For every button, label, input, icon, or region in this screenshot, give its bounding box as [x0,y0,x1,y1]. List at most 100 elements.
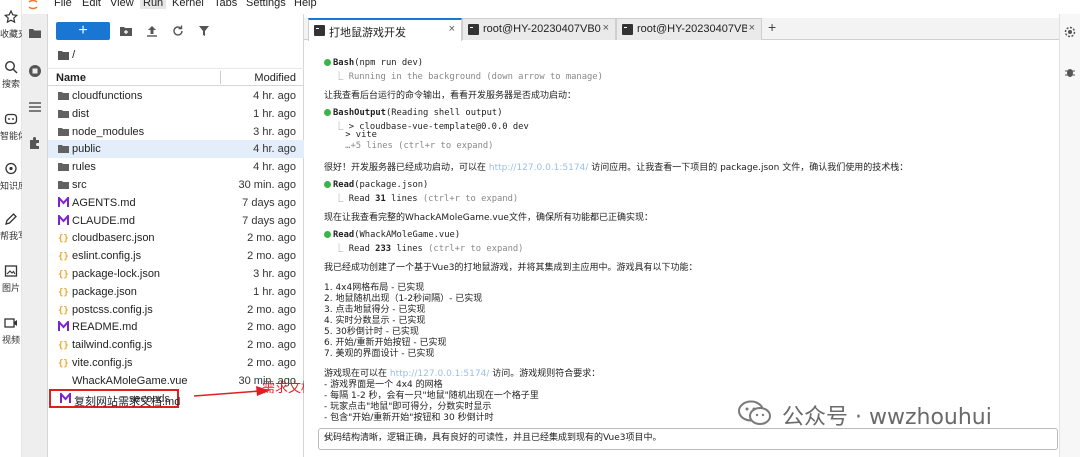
file-row[interactable]: cloudfunctions 4 hr. ago [48,87,304,105]
rail-item-image[interactable]: 图片 [0,264,22,294]
status-dot [324,109,331,116]
terminal-line: > vite [345,130,377,140]
rail-item-search[interactable]: 搜索 [0,60,22,90]
close-icon[interactable]: × [603,22,609,34]
menu-file[interactable]: File [54,0,72,9]
tab-label: root@HY-20230407VB01: [637,23,747,35]
file-name: README.md [72,321,138,334]
folder-icon [58,109,69,118]
file-modified: 4 hr. ago [253,90,296,102]
terminal-line: 很好！开发服务器已经成功启动，可以在 http://127.0.0.1:5174… [324,163,909,173]
column-name-header[interactable]: Name [56,72,86,84]
file-row[interactable]: src 30 min. ago [48,176,304,194]
new-folder-icon[interactable] [120,25,132,37]
file-row[interactable]: CLAUDE.md 7 days ago [48,212,304,230]
file-row[interactable]: {} cloudbaserc.json 2 mo. ago [48,229,304,247]
svg-text:{}: {} [58,288,69,297]
toc-icon[interactable] [28,100,42,114]
add-tab-button[interactable]: + [768,19,776,35]
file-name: WhackAMoleGame.vue [72,374,188,387]
status-dot [324,231,331,238]
folder-icon[interactable] [28,26,42,40]
file-modified: 1 hr. ago [253,285,296,298]
js-icon: {} [58,359,69,368]
file-row[interactable]: {} package.json 1 hr. ago [48,283,304,301]
main-area: 打地鼠游戏开发 × root@HY-20230407VB01: , × root… [304,14,1080,457]
extension-icon[interactable] [28,136,42,150]
running-icon[interactable] [28,64,42,78]
tab-game-dev[interactable]: 打地鼠游戏开发 × [308,18,462,41]
column-modified-header[interactable]: Modified [254,72,296,84]
menu-run[interactable]: Run [140,0,167,9]
file-row[interactable]: public 4 hr. ago [48,140,304,159]
server-link[interactable]: http://127.0.0.1:5174/ [489,163,588,173]
rail-item-favorites[interactable]: 收藏夹 [0,10,22,40]
file-name: tailwind.config.js [72,339,153,352]
js-icon: {} [58,252,69,261]
terminal-line: 我已经成功创建了一个基于Vue3的打地鼠游戏，并将其集成到主应用中。游戏具有以下… [324,263,698,273]
file-row[interactable]: {} tailwind.config.js 2 mo. ago [48,336,304,354]
file-name: vite.config.js [72,356,133,369]
json-icon: {} [58,234,69,243]
column-divider[interactable] [220,71,221,84]
new-launcher-button[interactable]: + [56,22,110,40]
menu-edit[interactable]: Edit [82,0,101,9]
file-row[interactable]: {} eslint.config.js 2 mo. ago [48,247,304,265]
file-row[interactable]: {} postcss.config.js 2 mo. ago [48,301,304,319]
menu-tabs[interactable]: Tabs [214,0,237,9]
file-modified: 4 hr. ago [253,143,296,156]
menu-help[interactable]: Help [294,0,317,9]
file-name: package-lock.json [72,267,161,280]
rail-item-writing[interactable]: 帮我写作 [0,212,22,242]
file-row[interactable]: rules 4 hr. ago [48,158,304,176]
terminal-line: 让我查看后台运行的命令输出，看看开发服务器是否成功启动： [324,91,577,101]
file-row[interactable]: {} package-lock.json 3 hr. ago [48,265,304,283]
app-side-rail: 收藏夹 搜索 智能体 知识库 帮我写作 图片 视频 [0,0,22,457]
terminal-line: BashOutput(Reading shell output) [324,108,503,118]
file-modified: 3 hr. ago [253,125,296,138]
menu-settings[interactable]: Settings [246,0,286,9]
rail-item-video[interactable]: 视频 [0,316,22,346]
feature-item: 7. 美观的界面设计 - 已实现 [324,349,435,359]
terminal-icon [314,25,325,36]
rail-item-agent[interactable]: 智能体 [0,112,22,142]
tab-label: 打地鼠游戏开发 [329,27,406,39]
file-row[interactable]: dist 1 hr. ago [48,105,304,123]
star-icon [4,10,18,24]
breadcrumb[interactable]: / [58,49,75,61]
file-name: postcss.config.js [72,303,153,316]
file-name: dist [72,107,90,120]
folder-icon [58,127,69,136]
close-icon[interactable]: × [749,22,755,34]
file-list-header: Name Modified [48,68,304,86]
tab-label: root@HY-20230407VB01: , [483,23,601,35]
file-row[interactable]: node_modules 3 hr. ago [48,123,304,141]
refresh-icon[interactable] [172,25,184,37]
file-name: package.json [72,285,137,298]
file-row[interactable]: README.md 2 mo. ago [48,318,304,336]
file-icon [58,375,69,386]
terminal-icon [622,24,633,35]
file-row[interactable]: AGENTS.md 7 days ago [48,194,304,212]
bug-icon[interactable] [1064,66,1076,78]
markdown-icon [58,214,69,225]
rail-label: 智能体 [0,131,22,141]
menu-view[interactable]: View [110,0,134,9]
tab-root-shell-2[interactable]: root@HY-20230407VB01: × [616,18,762,40]
js-icon: {} [58,341,69,350]
folder-icon [58,180,69,189]
svg-text:{}: {} [58,270,69,279]
terminal-line: ⎿ Read 31 lines (ctrl+r to expand) [324,194,519,204]
file-row[interactable]: 复刻网站需求文档.md seconds [49,388,180,409]
filter-icon[interactable] [198,25,210,37]
prompt-input[interactable]: > [318,428,1058,450]
upload-icon[interactable] [146,25,158,37]
settings-icon[interactable] [1064,26,1076,38]
close-icon[interactable]: × [449,23,455,35]
rail-item-knowledge[interactable]: 知识库 [0,162,22,192]
file-row[interactable]: {} vite.config.js 2 mo. ago [48,354,304,372]
tab-root-shell-1[interactable]: root@HY-20230407VB01: , × [462,18,616,40]
menu-kernel[interactable]: Kernel [172,0,204,9]
terminal-output[interactable]: Bash(npm run dev) ⎿ Running in the backg… [312,44,1068,444]
menu-bar: File Edit View Run Kernel Tabs Settings … [22,0,1080,12]
